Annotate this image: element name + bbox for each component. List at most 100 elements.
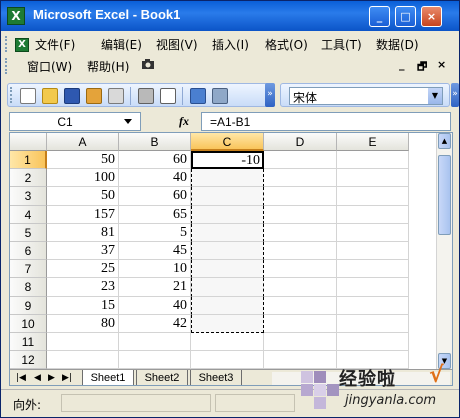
cell-a5[interactable]: 81 <box>47 223 119 242</box>
research-icon[interactable] <box>212 88 228 104</box>
tab-sheet1[interactable]: Sheet1 <box>82 370 134 385</box>
print-icon[interactable] <box>138 88 154 104</box>
cell-b3[interactable]: 60 <box>119 187 191 206</box>
cell-c7[interactable] <box>191 260 264 279</box>
toolbar-grip[interactable] <box>5 36 8 52</box>
cell-d2[interactable] <box>264 169 337 188</box>
first-sheet-arrow[interactable]: |◀ <box>16 373 26 383</box>
new-icon[interactable] <box>20 88 36 104</box>
cell-e6[interactable] <box>337 242 409 261</box>
formatting-options-chevron[interactable]: » <box>451 83 459 107</box>
doc-restore-button[interactable]: 🗗 <box>417 58 427 77</box>
cell-e8[interactable] <box>337 278 409 297</box>
title-bar[interactable]: X Microsoft Excel - Book1 _ □ × <box>1 1 459 31</box>
excel-icon[interactable]: X <box>7 7 25 25</box>
cell-a12[interactable] <box>47 351 119 370</box>
row-header-12[interactable]: 12 <box>10 351 47 370</box>
cell-b8[interactable]: 21 <box>119 278 191 297</box>
cell-c11[interactable] <box>191 333 264 352</box>
cell-c3[interactable] <box>191 187 264 206</box>
insert-function-icon[interactable]: fx <box>179 114 189 129</box>
cell-e4[interactable] <box>337 205 409 224</box>
doc-close-button[interactable]: × <box>437 58 446 71</box>
cell-e2[interactable] <box>337 169 409 188</box>
cell-b5[interactable]: 5 <box>119 223 191 242</box>
column-header-e[interactable]: E <box>337 133 409 151</box>
cell-d3[interactable] <box>264 187 337 206</box>
toolbar-options-chevron[interactable]: » <box>265 83 275 107</box>
cell-b4[interactable]: 65 <box>119 205 191 224</box>
font-name-select[interactable]: 宋体 ▼ <box>289 87 443 105</box>
menu-window[interactable]: 窗口(W) <box>27 58 72 75</box>
minimize-button[interactable]: _ <box>369 6 390 27</box>
next-sheet-arrow[interactable]: ▶ <box>48 373 55 383</box>
menu-tools[interactable]: 工具(T) <box>321 36 362 53</box>
row-header-10[interactable]: 10 <box>10 314 47 333</box>
close-button[interactable]: × <box>421 6 442 27</box>
cell-b12[interactable] <box>119 351 191 370</box>
cell-c5[interactable] <box>191 223 264 242</box>
cell-c9[interactable] <box>191 296 264 315</box>
column-header-a[interactable]: A <box>47 133 119 151</box>
cell-c1[interactable]: -10 <box>191 151 264 170</box>
cell-d4[interactable] <box>264 205 337 224</box>
row-header-1[interactable]: 1 <box>10 151 47 170</box>
cell-c2[interactable] <box>191 169 264 188</box>
formula-input[interactable]: =A1-B1 <box>201 112 451 131</box>
row-header-8[interactable]: 8 <box>10 278 47 297</box>
chevron-down-icon[interactable] <box>124 119 132 124</box>
doc-minimize-button[interactable]: _ <box>399 58 405 71</box>
cell-e1[interactable] <box>337 151 409 170</box>
scroll-up-arrow[interactable]: ▲ <box>438 133 451 149</box>
cell-e9[interactable] <box>337 296 409 315</box>
toolbar-grip[interactable] <box>5 58 8 74</box>
menu-file[interactable]: 文件(F) <box>35 36 75 53</box>
cell-b7[interactable]: 10 <box>119 260 191 279</box>
tab-sheet3[interactable]: Sheet3 <box>190 370 242 385</box>
name-box[interactable]: C1 <box>9 112 141 131</box>
cell-e5[interactable] <box>337 223 409 242</box>
cell-a11[interactable] <box>47 333 119 352</box>
cell-c6[interactable] <box>191 242 264 261</box>
save-icon[interactable] <box>64 88 80 104</box>
cell-e7[interactable] <box>337 260 409 279</box>
row-header-4[interactable]: 4 <box>10 205 47 224</box>
toolbar-grip[interactable] <box>10 87 13 103</box>
menu-edit[interactable]: 编辑(E) <box>101 36 142 53</box>
column-header-c[interactable]: C <box>191 133 264 151</box>
cell-d5[interactable] <box>264 223 337 242</box>
cell-a7[interactable]: 25 <box>47 260 119 279</box>
print-preview-icon[interactable] <box>160 88 176 104</box>
menu-view[interactable]: 视图(V) <box>156 36 198 53</box>
cell-a4[interactable]: 157 <box>47 205 119 224</box>
cell-b1[interactable]: 60 <box>119 151 191 170</box>
restore-button[interactable]: □ <box>395 6 416 27</box>
menu-icon[interactable]: X <box>15 36 29 52</box>
cell-e11[interactable] <box>337 333 409 352</box>
cell-d9[interactable] <box>264 296 337 315</box>
cell-c4[interactable] <box>191 205 264 224</box>
cell-b9[interactable]: 40 <box>119 296 191 315</box>
row-header-7[interactable]: 7 <box>10 260 47 279</box>
cell-d10[interactable] <box>264 314 337 333</box>
cell-a10[interactable]: 80 <box>47 314 119 333</box>
select-all-corner[interactable] <box>10 133 47 151</box>
column-header-d[interactable]: D <box>264 133 337 151</box>
cell-a1[interactable]: 50 <box>47 151 119 170</box>
cell-a6[interactable]: 37 <box>47 242 119 261</box>
cell-d8[interactable] <box>264 278 337 297</box>
cell-d1[interactable] <box>264 151 337 170</box>
cell-c10[interactable] <box>191 314 264 333</box>
chevron-down-icon[interactable]: ▼ <box>428 88 442 104</box>
cell-d11[interactable] <box>264 333 337 352</box>
cell-a9[interactable]: 15 <box>47 296 119 315</box>
tab-sheet2[interactable]: Sheet2 <box>136 370 188 385</box>
cell-b10[interactable]: 42 <box>119 314 191 333</box>
cell-d7[interactable] <box>264 260 337 279</box>
cell-d6[interactable] <box>264 242 337 261</box>
prev-sheet-arrow[interactable]: ◀ <box>34 373 41 383</box>
row-header-11[interactable]: 11 <box>10 333 47 352</box>
menu-insert[interactable]: 插入(I) <box>212 36 249 53</box>
cell-e10[interactable] <box>337 314 409 333</box>
row-header-9[interactable]: 9 <box>10 296 47 315</box>
